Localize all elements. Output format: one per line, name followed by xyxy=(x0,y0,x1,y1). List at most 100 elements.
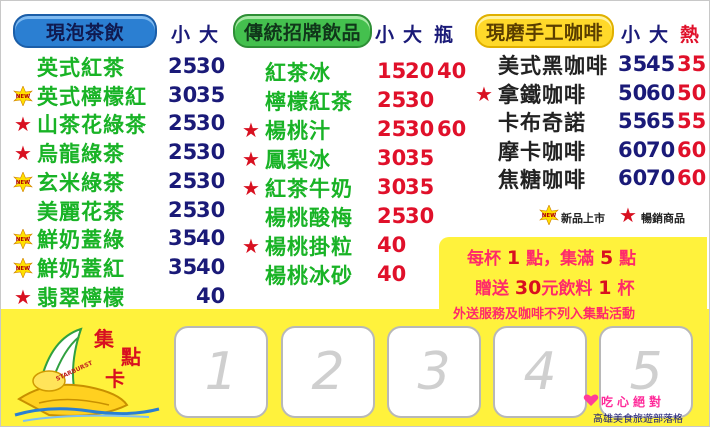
item-name: 鳳梨冰 xyxy=(265,148,331,172)
new-badge-icon: NEW xyxy=(539,205,559,225)
menu-item: ★ 翡翠檸檬 xyxy=(13,283,125,311)
item-price: 60 xyxy=(618,137,648,162)
menu-item: 紅茶冰 xyxy=(241,58,331,86)
stamp-title-char-3: 卡 xyxy=(105,367,125,391)
hot-star-icon: ★ xyxy=(14,112,32,137)
item-mark xyxy=(241,91,261,111)
header-trad-large: 大 xyxy=(403,24,423,46)
item-name: 英式檸檬紅 xyxy=(37,84,147,109)
item-mark: ★ xyxy=(13,143,33,163)
item-price: 40 xyxy=(196,226,226,251)
section-title-coffee: 現磨手工咖啡 xyxy=(475,14,614,48)
item-price: 40 xyxy=(196,254,226,279)
promo-line-3: 外送服務及咖啡不列入集點活動 xyxy=(453,307,636,322)
item-price: 40 xyxy=(377,233,407,257)
menu-item: 美式黑咖啡 xyxy=(474,51,608,79)
hot-star-icon: ★ xyxy=(619,203,637,227)
item-price: 25 xyxy=(377,117,407,141)
item-mark xyxy=(474,169,494,189)
item-price: 35 xyxy=(677,52,707,76)
new-badge-icon: NEW xyxy=(13,229,33,250)
item-price: 35 xyxy=(405,175,435,199)
item-price: 60 xyxy=(618,166,648,190)
stamp-slot-1[interactable]: 1 xyxy=(174,326,268,418)
item-mark: ★ xyxy=(241,236,261,256)
item-mark xyxy=(474,55,494,75)
item-price: 25 xyxy=(377,204,407,228)
section-title-traditional: 傳統招牌飲品 xyxy=(233,14,372,48)
stamp-slot-2[interactable]: 2 xyxy=(281,326,375,418)
hot-star-icon: ★ xyxy=(14,141,32,166)
item-name: 美式黑咖啡 xyxy=(498,54,608,78)
legend-hot-label: 暢銷商品 xyxy=(641,212,685,225)
item-price: 50 xyxy=(618,80,648,105)
promo-line2-n2: 1 xyxy=(598,277,612,299)
menu-item: 摩卡咖啡 xyxy=(474,137,586,165)
menu-item: NEW 鮮奶蓋紅 xyxy=(13,254,125,282)
starfruit-logo-icon: STARBURST xyxy=(14,327,160,422)
stamp-title-char-1: 集 xyxy=(94,327,114,351)
item-name: 楊桃汁 xyxy=(265,119,331,143)
item-price: 30 xyxy=(405,117,435,141)
promo-line1-a: 每杯 xyxy=(467,249,501,269)
item-price: 70 xyxy=(646,137,676,162)
item-mark xyxy=(241,265,261,285)
menu-item: 卡布奇諾 xyxy=(474,108,586,136)
hot-star-icon: ★ xyxy=(242,234,260,258)
item-mark: ★ xyxy=(13,287,33,307)
header-trad-bottle: 瓶 xyxy=(434,24,454,46)
promo-line1-n1: 1 xyxy=(506,247,521,269)
promo-line-1: 每杯 1 點，集滿 5 點 xyxy=(467,244,636,269)
item-mark: ★ xyxy=(13,114,33,134)
menu-item: 焦糖咖啡 xyxy=(474,165,586,193)
item-mark: NEW xyxy=(13,85,33,106)
item-name: 紅茶牛奶 xyxy=(265,177,353,201)
item-name: 山茶花綠茶 xyxy=(37,113,147,138)
promo-line2-c: 杯 xyxy=(617,279,635,299)
menu-item: NEW 英式檸檬紅 xyxy=(13,82,147,110)
item-name: 卡布奇諾 xyxy=(498,111,586,135)
item-price: 55 xyxy=(618,109,648,133)
item-mark xyxy=(13,57,33,77)
header-tea-large: 大 xyxy=(199,24,219,46)
menu-item: ★ 紅茶牛奶 xyxy=(241,174,353,202)
item-price: 25 xyxy=(168,111,198,136)
item-name: 英式紅茶 xyxy=(37,56,125,80)
item-price: 15 xyxy=(377,59,407,83)
item-price: 45 xyxy=(646,52,676,76)
item-price: 30 xyxy=(196,54,226,78)
item-name: 拿鐵咖啡 xyxy=(498,82,586,107)
menu-item: 楊桃冰砂 xyxy=(241,261,353,289)
header-coffee-small: 小 xyxy=(621,24,641,46)
item-mark xyxy=(241,207,261,227)
new-badge-text: NEW xyxy=(16,266,30,272)
item-name: 楊桃冰砂 xyxy=(265,264,353,288)
item-price: 35 xyxy=(196,82,226,107)
hot-star-icon: ★ xyxy=(242,147,260,171)
stamp-slot-3[interactable]: 3 xyxy=(387,326,481,418)
item-price: 30 xyxy=(196,168,226,193)
item-price: 40 xyxy=(196,283,226,308)
hot-star-icon: ★ xyxy=(14,284,32,309)
section-title-tea: 現泡茶飲 xyxy=(13,14,157,48)
item-name: 檸檬紅茶 xyxy=(265,90,353,114)
item-price: 35 xyxy=(168,254,198,279)
item-name: 翡翠檸檬 xyxy=(37,285,125,310)
footer-subtitle: 高雄美食旅遊部落格 xyxy=(593,414,683,425)
item-price: 35 xyxy=(168,226,198,251)
item-mark: NEW xyxy=(13,257,33,278)
item-price: 25 xyxy=(168,54,198,78)
new-badge-icon: NEW xyxy=(13,171,33,192)
new-badge-text: NEW xyxy=(542,213,556,219)
hot-star-icon: ★ xyxy=(242,118,260,142)
item-mark: NEW xyxy=(13,229,33,250)
item-price: 30 xyxy=(196,197,226,222)
item-price: 25 xyxy=(168,197,198,222)
promo-line2-a: 贈送 xyxy=(475,279,509,299)
stamp-slot-4[interactable]: 4 xyxy=(493,326,587,418)
item-price: 60 xyxy=(646,80,676,105)
item-price: 60 xyxy=(677,166,707,190)
item-name: 鮮奶蓋紅 xyxy=(37,256,125,281)
header-trad-small: 小 xyxy=(375,24,395,46)
new-badge-text: NEW xyxy=(16,180,30,186)
